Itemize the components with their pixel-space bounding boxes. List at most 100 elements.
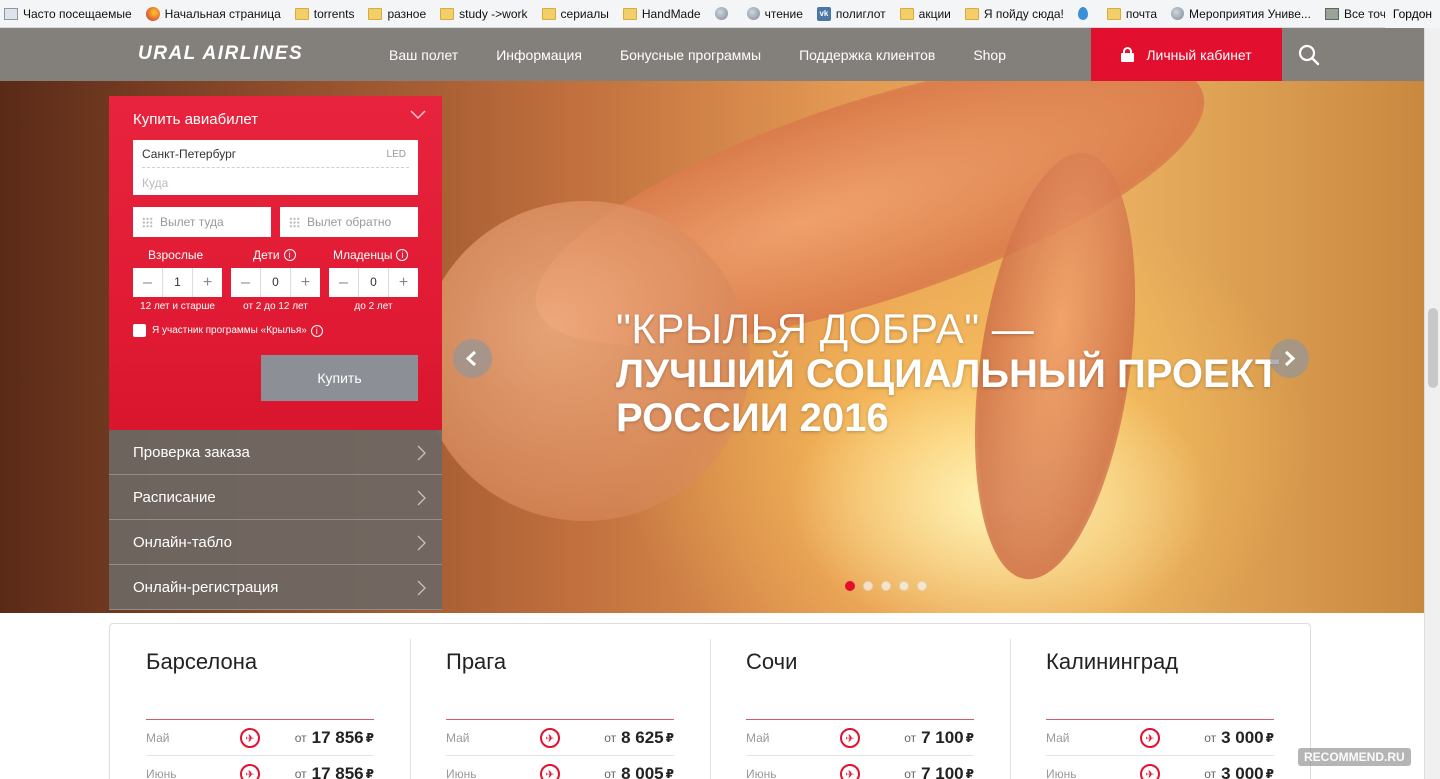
price-row[interactable]: Май ✈ от 8 625 ₽ (446, 723, 674, 753)
booking-form: Купить авиабилет Санкт-Петербург LED Куд… (109, 96, 442, 430)
destination-city[interactable]: Калининград (1046, 649, 1178, 675)
menu-item-order-check[interactable]: Проверка заказа (109, 430, 442, 475)
bookmark-item[interactable]: сериалы (541, 7, 609, 21)
bookmark-item[interactable]: чтение (746, 7, 803, 21)
chevron-down-icon[interactable] (410, 110, 426, 120)
menu-item-online-board[interactable]: Онлайн-табло (109, 520, 442, 565)
origin-code: LED (386, 149, 406, 160)
price-amount: 17 856 (311, 764, 364, 779)
menu-item-schedule[interactable]: Расписание (109, 475, 442, 520)
nav-bonus-programs[interactable]: Бонусные программы (620, 47, 761, 63)
return-date-field[interactable]: Вылет обратно (280, 207, 418, 237)
buy-ticket-button[interactable]: Купить (261, 355, 418, 401)
price-currency: ₽ (365, 731, 374, 745)
destination-card[interactable]: Барселона Май ✈ от 17 856 ₽ Июнь ✈ от 17 856 ₽ (110, 624, 410, 779)
adults-stepper: – 1 + (133, 268, 222, 297)
price-amount: 3 000 (1221, 728, 1264, 747)
nav-shop[interactable]: Shop (973, 47, 1006, 63)
bookmark-item[interactable]: Мероприятия Униве... (1171, 7, 1311, 21)
calendar-icon (142, 216, 153, 228)
info-icon[interactable]: i (283, 249, 296, 261)
destination-card[interactable]: Калининград Май ✈ от 3 000 ₽ Июнь ✈ от 3 000 ₽ (1010, 624, 1310, 779)
destination-card[interactable]: Прага Май ✈ от 8 625 ₽ Июнь ✈ от 8 005 ₽ (410, 624, 710, 779)
slider-dot[interactable] (881, 581, 891, 591)
slider-next-button[interactable] (1270, 339, 1309, 378)
children-minus-button[interactable]: – (231, 268, 260, 297)
vk-icon: vk (816, 6, 831, 21)
adults-hint: 12 лет и старше (140, 301, 215, 312)
route-fields: Санкт-Петербург LED Куда (133, 140, 418, 195)
bookmark-overflow[interactable]: Гордон (1384, 0, 1440, 28)
bookmark-item[interactable]: Я пойду сюда! (964, 7, 1064, 21)
scroll-thumb[interactable] (1428, 308, 1438, 388)
price-row[interactable]: Май ✈ от 7 100 ₽ (746, 723, 974, 753)
menu-item-online-checkin[interactable]: Онлайн-регистрация (109, 565, 442, 610)
adults-plus-button[interactable]: + (193, 268, 222, 297)
destination-card[interactable]: Сочи Май ✈ от 7 100 ₽ Июнь ✈ от 7 100 ₽ (710, 624, 1010, 779)
bookmark-item[interactable]: акции (899, 7, 951, 21)
bookmark-item[interactable]: почта (1106, 7, 1157, 21)
price-currency: ₽ (365, 767, 374, 779)
children-plus-button[interactable]: + (291, 268, 320, 297)
site-header: URAL AIRLINES Ваш полет Информация Бонус… (0, 28, 1424, 81)
adults-minus-button[interactable]: – (133, 268, 162, 297)
slider-dot[interactable] (863, 581, 873, 591)
globe-icon (1171, 7, 1185, 20)
slider-dot[interactable] (917, 581, 927, 591)
logo[interactable]: URAL AIRLINES (138, 43, 303, 65)
destination-city[interactable]: Барселона (146, 649, 257, 675)
quick-links: Проверка заказа Расписание Онлайн-табло Онл… (109, 430, 442, 610)
infants-minus-button[interactable]: – (329, 268, 358, 297)
bookmark-item[interactable]: torrents (294, 7, 354, 21)
nav-your-flight[interactable]: Ваш полет (389, 47, 458, 63)
bookmark-item[interactable]: Часто посещаемые (4, 7, 132, 21)
price-row[interactable]: Май ✈ от 17 856 ₽ (146, 723, 374, 753)
children-count[interactable]: 0 (260, 268, 291, 297)
price-from: от (904, 767, 917, 779)
bookmark-item[interactable] (1077, 7, 1093, 20)
info-icon[interactable]: i (310, 324, 323, 337)
wings-program-checkbox[interactable] (133, 324, 146, 337)
bookmark-item[interactable]: vk полиглот (816, 6, 886, 21)
bookmark-item[interactable]: разное (368, 7, 426, 21)
destination-city[interactable]: Сочи (746, 649, 797, 675)
folder-icon (541, 7, 556, 20)
folder-icon (1106, 7, 1121, 20)
bookmark-item[interactable]: study ->work (440, 7, 528, 21)
infants-plus-button[interactable]: + (389, 268, 418, 297)
price-row[interactable]: Май ✈ от 3 000 ₽ (1046, 723, 1274, 753)
destination-city[interactable]: Прага (446, 649, 506, 675)
price-amount: 3 000 (1221, 764, 1264, 779)
nav-support[interactable]: Поддержка клиентов (799, 47, 935, 63)
info-icon[interactable]: i (396, 249, 409, 261)
adults-count[interactable]: 1 (162, 268, 193, 297)
infants-count[interactable]: 0 (358, 268, 389, 297)
origin-field[interactable]: Санкт-Петербург (142, 147, 236, 161)
bookmark-item[interactable] (714, 7, 733, 20)
destination-field[interactable]: Куда (142, 176, 168, 190)
price-row[interactable]: Июнь ✈ от 3 000 ₽ (1046, 759, 1274, 779)
children-label: Дети i (253, 248, 296, 262)
price-row[interactable]: Июнь ✈ от 7 100 ₽ (746, 759, 974, 779)
price-row[interactable]: Июнь ✈ от 17 856 ₽ (146, 759, 374, 779)
slider-prev-button[interactable] (453, 339, 492, 378)
page-icon (4, 7, 18, 20)
drop-icon (1077, 7, 1088, 20)
price-row[interactable]: Июнь ✈ от 8 005 ₽ (446, 759, 674, 779)
slider-dot[interactable] (899, 581, 909, 591)
nav-information[interactable]: Информация (496, 47, 582, 63)
image-icon (1324, 7, 1339, 20)
page-scrollbar[interactable] (1424, 28, 1440, 779)
destination-rule (746, 719, 974, 720)
departure-date-field[interactable]: Вылет туда (133, 207, 271, 237)
adults-label: Взрослые (148, 248, 203, 262)
bookmark-item[interactable]: Начальная страница (145, 6, 281, 21)
slider-dot[interactable] (845, 581, 855, 591)
price-from: от (294, 731, 307, 745)
search-icon[interactable] (1298, 44, 1320, 66)
infants-label-text: Младенцы (333, 248, 393, 262)
bookmark-item[interactable]: HandMade (622, 7, 701, 21)
personal-cabinet-button[interactable]: Личный кабинет (1091, 28, 1282, 81)
destination-rule (1046, 719, 1274, 720)
price-month: Июнь (146, 767, 177, 779)
